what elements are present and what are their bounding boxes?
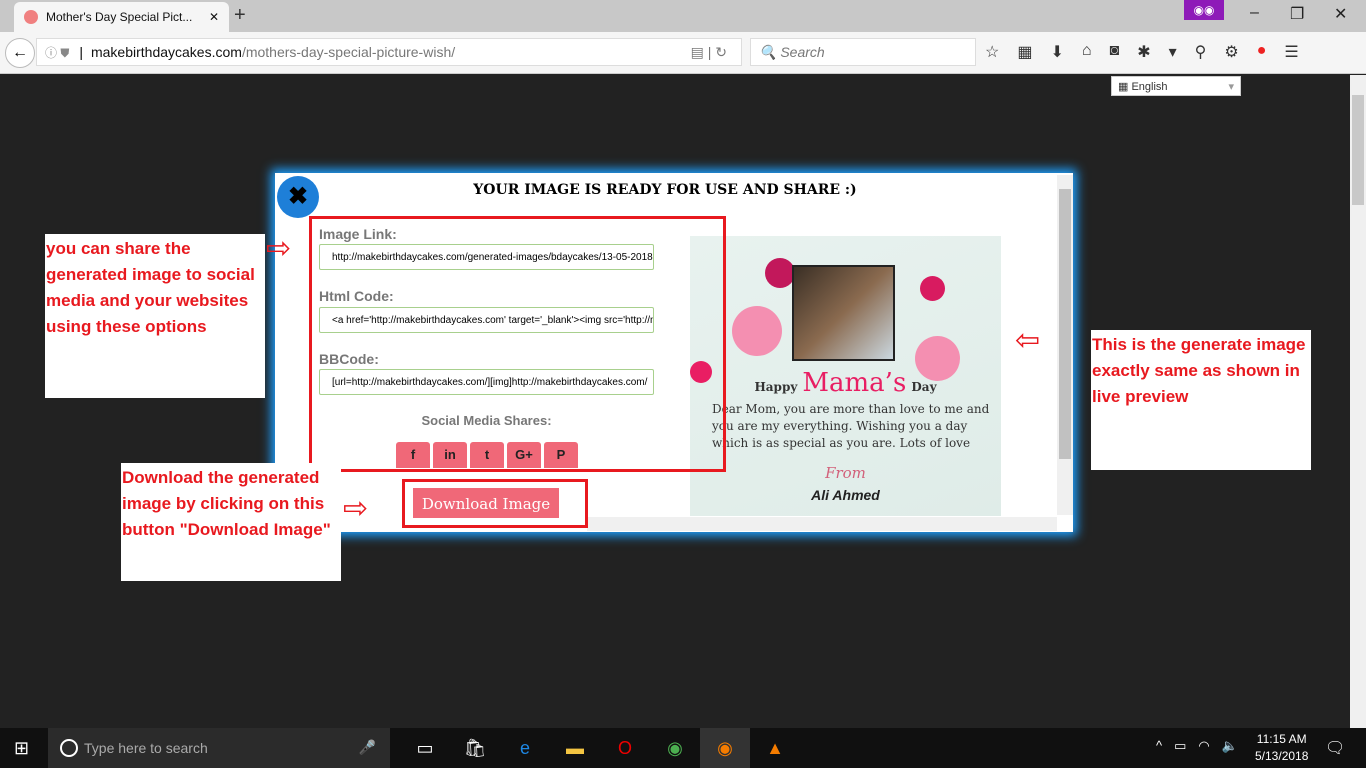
battery-icon[interactable]: ▭ [1174,738,1186,754]
favicon-icon [24,10,38,24]
highlight-box-share [309,216,726,472]
card-from: From [825,464,866,482]
language-select[interactable]: ▦ English ▾ [1111,76,1241,96]
restore-button[interactable]: ❐ [1290,4,1304,24]
reader-view-icon[interactable]: ▤ | ↻ [691,44,727,61]
hamburger-menu-icon[interactable]: ☰ [1284,42,1298,62]
taskbar-search-input[interactable]: Type here to search 🎤 [48,728,390,768]
language-value: English [1131,81,1168,93]
star-icon[interactable]: ☆ [985,42,999,62]
url-path: /mothers-day-special-picture-wish/ [241,44,456,60]
volume-icon[interactable]: 🔈 [1222,738,1238,754]
private-mask-icon: ◉◉ [1184,0,1224,20]
pocket-icon[interactable]: ◙ [1110,42,1120,62]
annotation-preview: This is the generate image exactly same … [1091,330,1311,470]
notifications-icon[interactable]: 🗨 [1325,738,1345,758]
minimize-button[interactable]: – [1250,4,1259,22]
wifi-icon[interactable]: ◠ [1198,738,1209,754]
opera-icon[interactable]: O [600,728,650,768]
download-icon[interactable]: ⬇ [1050,42,1063,62]
tab-close-button[interactable]: ✕ [209,10,219,24]
annotation-share: you can share the generated image to soc… [45,234,265,398]
browser-tab[interactable]: Mother's Day Special Pict... ✕ [14,2,229,32]
search-placeholder: Search [780,44,825,60]
arrow-right-icon: ⇨ [266,232,292,265]
arrow-left-icon: ⇦ [1015,324,1041,357]
taskbar-clock[interactable]: 11:15 AM 5/13/2018 [1255,731,1308,765]
vlc-icon[interactable]: ▲ [750,728,800,768]
reading-list-icon[interactable]: ▦ [1017,42,1032,62]
window-close-button[interactable]: ✕ [1334,4,1347,24]
store-icon[interactable]: 🛍 [450,728,500,768]
extension-icon[interactable]: ✱ [1137,42,1150,62]
home-icon[interactable]: ⌂ [1082,42,1092,62]
windows-start-icon[interactable]: ⊞ [14,738,29,759]
system-tray: ^ ▭ ◠ 🔈 [1156,738,1238,754]
new-tab-button[interactable]: + [234,4,246,27]
modal-title: YOUR IMAGE IS READY FOR USE AND SHARE :) [473,182,857,198]
info-icon[interactable]: ⓘ ⛊ [45,44,69,61]
menu-dropdown-icon[interactable]: ▾ [1169,42,1177,62]
show-hidden-icons[interactable]: ^ [1156,738,1162,754]
url-bar[interactable]: ⓘ ⛊ | makebirthdaycakes.com/mothers-day-sp… [36,38,742,66]
card-sender-name: Ali Ahmed [811,487,880,503]
pin-icon[interactable]: ⚲ [1195,42,1207,62]
file-explorer-icon[interactable]: ▬ [550,728,600,768]
arrow-right-icon: ⇨ [343,492,369,525]
generated-image-preview: Happy Mama’s Day Dear Mom, you are more … [690,236,1001,516]
annotation-download: Download the generated image by clicking… [121,463,341,581]
card-message: Dear Mom, you are more than love to me a… [712,402,990,450]
url-host: makebirthdaycakes.com [90,44,242,60]
taskbar-search-placeholder: Type here to search [84,740,208,756]
colors-icon[interactable]: ● [1257,42,1267,62]
task-view-icon[interactable]: ▭ [400,728,450,768]
chrome-icon[interactable]: ◉ [650,728,700,768]
modal-scrollbar[interactable] [1057,175,1073,515]
modal-horizontal-scrollbar[interactable] [587,517,1057,531]
gear-icon[interactable]: ⚙ [1224,42,1238,62]
tab-title: Mother's Day Special Pict... [46,10,193,24]
back-button[interactable]: ← [5,38,35,68]
firefox-icon[interactable]: ◉ [700,728,750,768]
card-heading: Happy Mama’s Day [754,368,937,398]
page-scrollbar[interactable] [1350,75,1366,728]
highlight-box-download [402,479,588,528]
mother-photo [792,265,895,361]
close-modal-button[interactable]: ✖ [277,176,319,218]
search-input[interactable]: 🔍 Search [750,38,976,66]
toolbar-icons: ☆ ▦ ⬇ ⌂ ◙ ✱ ▾ ⚲ ⚙ ● ☰ [985,42,1299,62]
taskbar-apps: ▭ 🛍 e ▬ O ◉ ◉ ▲ [400,728,800,768]
edge-icon[interactable]: e [500,728,550,768]
